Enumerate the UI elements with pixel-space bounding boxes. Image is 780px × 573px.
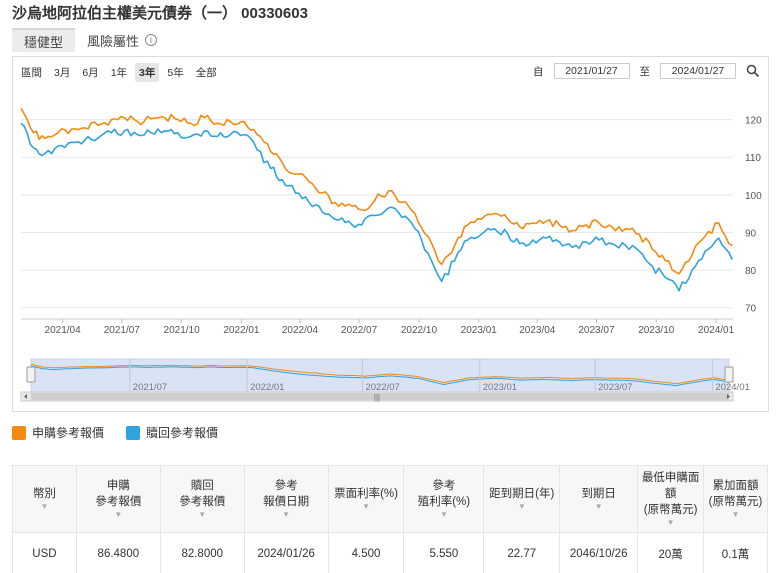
navigator-tick-label: 2023/07	[598, 382, 632, 393]
x-tick-label: 2021/04	[45, 325, 82, 336]
column-header-text: (原幣萬元)	[643, 504, 698, 516]
tab-risk-level-label: 穩健型	[24, 34, 64, 50]
column-header-maturity-date[interactable]: 到期日 ▼	[559, 465, 639, 533]
x-tick-label: 2023/01	[461, 325, 498, 336]
table-body: USD 86.4800 82.8000 2024/01/26 4.500 5.550 22.…	[12, 532, 768, 573]
cell-quote-date: 2024/01/26	[243, 532, 329, 573]
column-header-text: 累加面額	[712, 480, 759, 492]
navigator-handle-left[interactable]	[26, 366, 36, 383]
sort-icon[interactable]: ▼	[77, 510, 160, 520]
sort-icon[interactable]: ▼	[404, 510, 483, 520]
tab-bar: 穩健型 風險屬性 i	[12, 28, 169, 52]
sort-icon[interactable]: ▼	[245, 510, 328, 520]
x-tick-label: 2021/10	[164, 325, 201, 336]
price-chart: 120 110 100 90 80 70 2021/04 2021/07 2021/10 2022…	[20, 107, 762, 402]
cell-buy-price: 86.4800	[75, 532, 161, 573]
legend-item-buy[interactable]: 申購參考報價	[12, 424, 104, 441]
column-header-redeem-price[interactable]: 贖回參考報價 ▼	[159, 465, 245, 533]
tab-risk-attribute[interactable]: 風險屬性 i	[75, 28, 169, 52]
x-tick-label: 2024/01	[698, 325, 735, 336]
column-header-text: 殖利率(%)	[417, 496, 471, 508]
column-header-text: 幣別	[32, 488, 56, 500]
column-header-text: 票面利率(%)	[334, 488, 398, 500]
series-line-redeem	[20, 122, 734, 292]
legend-item-redeem[interactable]: 贖回參考報價	[126, 424, 218, 441]
column-header-text: 到期日	[581, 488, 616, 500]
x-tick-label: 2023/10	[638, 325, 675, 336]
column-header-text: 最低申購面額	[641, 472, 700, 500]
legend-swatch-buy	[12, 425, 26, 440]
sort-icon[interactable]: ▼	[161, 510, 244, 520]
table-row: USD 86.4800 82.8000 2024/01/26 4.500 5.550 22.…	[12, 532, 768, 573]
column-header-text: 參考報價	[179, 496, 226, 508]
y-tick-label: 100	[745, 191, 762, 202]
x-tick-label: 2023/04	[519, 325, 556, 336]
x-tick-label: 2023/07	[578, 325, 615, 336]
navigator-tick-label: 2022/07	[365, 382, 399, 393]
column-header-buy-price[interactable]: 申購參考報價 ▼	[75, 465, 161, 533]
column-header-text: 報價日期	[263, 496, 310, 508]
cell-years-to-maturity: 22.77	[483, 532, 561, 573]
x-tick-label: 2022/01	[223, 325, 260, 336]
y-tick-label: 90	[745, 228, 757, 239]
navigator-tick-label: 2022/01	[250, 382, 284, 393]
navigator-tick-label: 2021/07	[133, 382, 167, 393]
column-header-text: 參考報價	[95, 496, 142, 508]
info-icon[interactable]: i	[145, 34, 158, 46]
tab-risk-level[interactable]: 穩健型	[12, 28, 76, 52]
column-header-text: 贖回	[190, 480, 214, 492]
column-header-currency[interactable]: 幣別 ▼	[12, 465, 77, 533]
x-tick-label: 2022/04	[282, 325, 319, 336]
column-header-years-to-maturity[interactable]: 距到期日(年) ▼	[483, 465, 561, 533]
column-header-increment[interactable]: 累加面額 (原幣萬元) ▼	[703, 465, 768, 533]
navigator-tick-label: 2024/01	[715, 382, 749, 393]
tab-risk-attribute-label: 風險屬性	[87, 33, 140, 49]
cell-coupon-rate: 4.500	[327, 532, 405, 573]
cell-min-subscription: 20萬	[637, 532, 705, 573]
page-title: 沙烏地阿拉伯主權美元債券（一） 00330603	[12, 5, 308, 22]
sort-icon[interactable]: ▼	[13, 502, 76, 512]
x-tick-label: 2021/07	[104, 325, 141, 336]
cell-maturity-date: 2046/10/26	[559, 532, 639, 573]
quote-table: 幣別 ▼ 申購 參考報價 ▼ 贖回 參考報價 ▼ 參考 報價日期 ▼ 票面利率(%) ▼ 參考 殖利率(%)…	[12, 465, 768, 573]
sort-icon[interactable]: ▼	[560, 502, 637, 512]
chart-legend: 申購參考報價 贖回參考報價	[12, 424, 218, 441]
navigator-tick-label: 2023/01	[483, 382, 517, 393]
column-header-text: 參考	[432, 480, 456, 492]
column-header-yield[interactable]: 參考殖利率(%) ▼	[403, 465, 485, 533]
column-header-coupon-rate[interactable]: 票面利率(%) ▼	[327, 465, 405, 533]
column-header-text: 距到期日(年)	[489, 488, 555, 500]
scrollbar-grip-icon: |||	[374, 393, 380, 402]
column-header-text: 申購	[106, 480, 130, 492]
legend-swatch-redeem	[126, 425, 141, 440]
chart-container: 區間 3月 6月 1年 3年 5年 全部 自 2021/01/27 至 2024…	[12, 56, 769, 412]
sort-icon[interactable]: ▼	[329, 502, 404, 512]
y-tick-label: 80	[745, 266, 757, 277]
sort-icon[interactable]: ▼	[704, 510, 767, 520]
column-header-quote-date[interactable]: 參考報價日期 ▼	[243, 465, 329, 533]
column-header-min-subscription[interactable]: 最低申購面額 (原幣萬元) ▼	[637, 465, 705, 533]
column-header-text: 參考	[274, 480, 298, 492]
sort-icon[interactable]: ▼	[484, 502, 559, 512]
x-tick-label: 2022/07	[341, 325, 378, 336]
cell-yield: 5.550	[403, 532, 485, 573]
x-tick-label: 2022/10	[401, 325, 438, 336]
y-tick-label: 110	[745, 153, 761, 164]
cell-increment: 0.1萬	[703, 532, 768, 573]
cell-redeem-price: 82.8000	[159, 532, 245, 573]
legend-label-redeem: 贖回參考報價	[146, 426, 219, 440]
cell-currency: USD	[12, 532, 77, 573]
y-tick-label: 70	[745, 304, 757, 315]
legend-label-buy: 申購參考報價	[32, 426, 105, 440]
table-header-row: 幣別 ▼ 申購 參考報價 ▼ 贖回 參考報價 ▼ 參考 報價日期 ▼ 票面利率(%) ▼ 參考 殖利率(%)…	[12, 465, 768, 533]
navigator-handle-right[interactable]	[724, 366, 734, 383]
y-tick-label: 120	[745, 116, 762, 127]
series-line-buy	[20, 107, 733, 275]
sort-icon[interactable]: ▼	[638, 518, 703, 528]
column-header-text: (原幣萬元)	[708, 496, 763, 508]
